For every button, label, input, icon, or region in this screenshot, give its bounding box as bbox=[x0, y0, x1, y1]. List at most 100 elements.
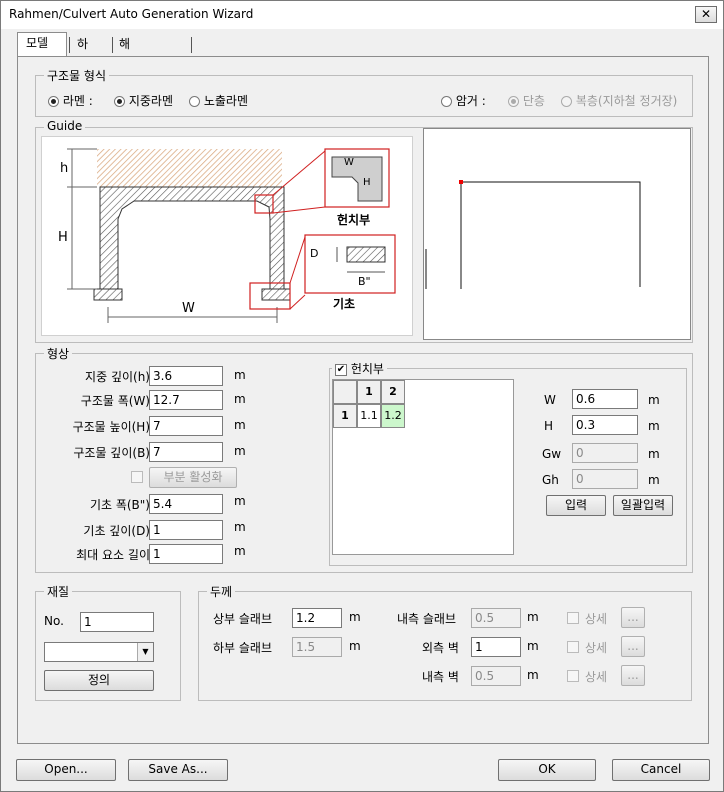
outer-wall-input[interactable]: 1 bbox=[471, 637, 521, 657]
tab-analysis-report[interactable]: 해석/보고서 bbox=[111, 34, 142, 131]
thickness-label: 두께 bbox=[207, 583, 236, 600]
buried-rahmen-radio[interactable] bbox=[114, 96, 125, 107]
footing-depth-label: 기초 깊이(D) bbox=[83, 524, 150, 538]
footing-depth-input[interactable]: 1 bbox=[149, 520, 223, 540]
footing-width-input[interactable]: 5.4 bbox=[149, 494, 223, 514]
footing-depth-unit: m bbox=[234, 520, 246, 534]
culvert-label: 암거 : bbox=[455, 94, 486, 108]
footing-leader bbox=[289, 294, 306, 310]
rahmen-label: 라멘 : bbox=[62, 94, 93, 108]
shape-group: 형상 지중 깊이(h) 3.6 m 구조물 폭(W) 12.7 m 구조물 높이… bbox=[35, 345, 693, 573]
double-level-radio[interactable] bbox=[561, 96, 572, 107]
burial-depth-input[interactable]: 3.6 bbox=[149, 366, 223, 386]
culvert-radio[interactable] bbox=[441, 96, 452, 107]
inner-slab-detail-checkbox[interactable] bbox=[567, 612, 579, 624]
top-slab-input[interactable]: 1.2 bbox=[292, 608, 342, 628]
haunch-H-input[interactable]: 0.3 bbox=[572, 415, 638, 435]
material-label: 재질 bbox=[44, 583, 73, 600]
outer-wall-detail-checkbox[interactable] bbox=[567, 641, 579, 653]
inner-wall-input[interactable]: 0.5 bbox=[471, 666, 521, 686]
chevron-down-icon[interactable]: ▼ bbox=[137, 643, 153, 661]
tab-model[interactable]: 모델 bbox=[17, 32, 67, 56]
bottom-slab-input[interactable]: 1.5 bbox=[292, 637, 342, 657]
haunch-Gw-unit: m bbox=[648, 447, 660, 461]
material-define-button[interactable]: 정의 bbox=[44, 670, 154, 691]
title-bar: Rahmen/Culvert Auto Generation Wizard ✕ bbox=[1, 1, 723, 29]
single-level-option[interactable]: 단층 bbox=[508, 92, 545, 109]
grid-cell-selected[interactable]: 1.2 bbox=[381, 404, 405, 428]
haunch-Gh-input[interactable]: 0 bbox=[572, 469, 638, 489]
footing-detail-shape bbox=[346, 246, 386, 263]
burial-depth-label: 지중 깊이(h) bbox=[85, 370, 150, 384]
haunch-batch-input-button[interactable]: 일괄입력 bbox=[613, 495, 673, 516]
guide-group: Guide h H W W H 헌치부 D B" 기초 bbox=[35, 119, 693, 343]
haunch-W-input[interactable]: 0.6 bbox=[572, 389, 638, 409]
haunch-H-label: H bbox=[544, 419, 554, 433]
save-as-button[interactable]: Save As... bbox=[128, 759, 228, 781]
open-button[interactable]: Open... bbox=[16, 759, 116, 781]
haunch-caption: 헌치부 bbox=[337, 213, 371, 227]
single-level-radio[interactable] bbox=[508, 96, 519, 107]
buried-rahmen-label: 지중라멘 bbox=[128, 94, 173, 108]
inner-wall-detail-checkbox[interactable] bbox=[567, 670, 579, 682]
structure-width-input[interactable]: 12.7 bbox=[149, 390, 223, 410]
close-button[interactable]: ✕ bbox=[695, 6, 717, 23]
grid-corner bbox=[333, 380, 357, 404]
top-slab-unit: m bbox=[349, 610, 361, 624]
ok-button[interactable]: OK bbox=[498, 759, 596, 781]
double-level-label: 복층(지하철 정거장) bbox=[575, 94, 678, 108]
structure-depth-input[interactable]: 7 bbox=[149, 442, 223, 462]
inner-slab-more-button[interactable]: ... bbox=[621, 607, 645, 628]
partial-activation-button[interactable]: 부분 활성화 bbox=[149, 467, 237, 488]
inner-wall-more-button[interactable]: ... bbox=[621, 665, 645, 686]
inner-slab-input[interactable]: 0.5 bbox=[471, 608, 521, 628]
tab-separator bbox=[191, 37, 192, 53]
grid-col-header: 1 bbox=[357, 380, 381, 404]
inner-wall-label: 내측 벽 bbox=[422, 670, 459, 684]
outer-wall-more-button[interactable]: ... bbox=[621, 636, 645, 657]
haunch-input-button[interactable]: 입력 bbox=[546, 495, 606, 516]
haunch-h-label: H bbox=[363, 177, 371, 188]
haunch-group: ✔ 헌치부 1 2 1 1.1 1.2 W 0.6 m H 0.3 m Gw 0… bbox=[329, 360, 687, 566]
model-preview-canvas[interactable] bbox=[423, 128, 691, 340]
exposed-rahmen-option[interactable]: 노출라멘 bbox=[189, 92, 248, 109]
guide-label: Guide bbox=[44, 119, 86, 133]
exposed-rahmen-radio[interactable] bbox=[189, 96, 200, 107]
double-level-option[interactable]: 복층(지하철 정거장) bbox=[561, 92, 677, 109]
cancel-button[interactable]: Cancel bbox=[612, 759, 710, 781]
rahmen-radio[interactable] bbox=[48, 96, 59, 107]
structure-height-label: 구조물 높이(H) bbox=[72, 420, 150, 434]
rahmen-option[interactable]: 라멘 : bbox=[48, 92, 93, 109]
footing-leader bbox=[289, 236, 306, 284]
footing-width-unit: m bbox=[234, 494, 246, 508]
burial-depth-unit: m bbox=[234, 368, 246, 382]
guide-drawing bbox=[67, 148, 396, 323]
max-element-length-input[interactable]: 1 bbox=[149, 544, 223, 564]
max-element-length-label: 최대 요소 길이 bbox=[76, 548, 150, 562]
structure-height-input[interactable]: 7 bbox=[149, 416, 223, 436]
material-no-input[interactable]: 1 bbox=[80, 612, 154, 632]
window-title: Rahmen/Culvert Auto Generation Wizard bbox=[9, 7, 254, 21]
model-tab-panel: 구조물 형식 라멘 : 지중라멘 노출라멘 암거 : 단층 복층(지하철 정거장… bbox=[17, 56, 709, 744]
haunch-Gw-input[interactable]: 0 bbox=[572, 443, 638, 463]
foot-B-label: B" bbox=[358, 275, 371, 288]
grid-cell[interactable]: 1.1 bbox=[357, 404, 381, 428]
tab-load[interactable]: 하중 bbox=[69, 34, 96, 71]
thickness-group: 두께 상부 슬래브 1.2 m 하부 슬래브 1.5 m 내측 슬래브 0.5 … bbox=[198, 583, 692, 701]
inner-slab-unit: m bbox=[527, 610, 539, 624]
haunch-grid[interactable]: 1 2 1 1.1 1.2 bbox=[332, 379, 514, 555]
partial-activation-checkbox[interactable] bbox=[131, 471, 143, 483]
dim-W-label: W bbox=[182, 301, 195, 316]
right-footing bbox=[261, 288, 291, 301]
buried-rahmen-option[interactable]: 지중라멘 bbox=[114, 92, 173, 109]
model-preview-drawing bbox=[425, 180, 641, 289]
bottom-slab-unit: m bbox=[349, 639, 361, 653]
shape-label: 형상 bbox=[44, 345, 73, 362]
haunch-group-title[interactable]: ✔ 헌치부 bbox=[332, 360, 387, 377]
material-group: 재질 No. 1 ▼ 정의 bbox=[35, 583, 181, 701]
material-combo[interactable]: ▼ bbox=[44, 642, 154, 662]
culvert-option[interactable]: 암거 : bbox=[441, 92, 486, 109]
haunch-checkbox[interactable]: ✔ bbox=[335, 363, 347, 376]
haunch-w-label: W bbox=[344, 157, 354, 168]
structure-depth-unit: m bbox=[234, 444, 246, 458]
